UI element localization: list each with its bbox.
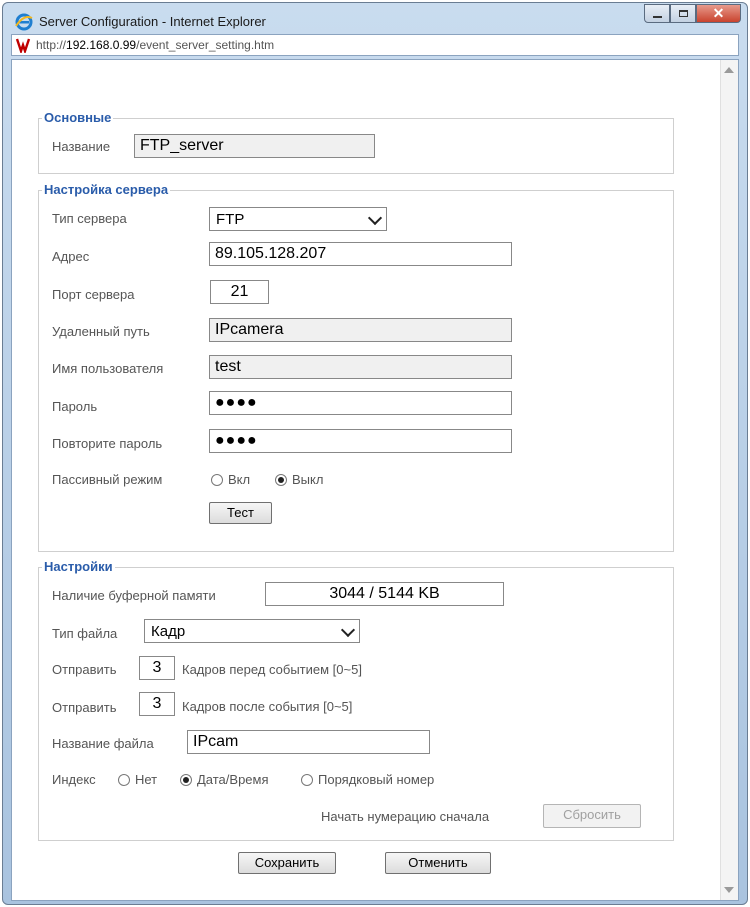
passive-on-radio[interactable] — [211, 474, 223, 486]
save-button[interactable]: Сохранить — [238, 852, 336, 874]
scroll-up-icon[interactable] — [724, 67, 734, 73]
username-input[interactable]: test — [209, 355, 512, 379]
name-input[interactable]: FTP_server — [134, 134, 375, 158]
basic-section: Основные Название FTP_server — [38, 110, 674, 174]
minimize-icon — [652, 15, 662, 18]
chevron-down-icon — [340, 622, 356, 638]
passive-off-label: Выкл — [292, 472, 324, 487]
maximize-icon — [678, 10, 688, 17]
file-type-label: Тип файла — [52, 626, 118, 641]
cancel-button[interactable]: Отменить — [385, 852, 491, 874]
pre-frames-text: Кадров перед событием [0~5] — [182, 662, 362, 677]
maximize-button[interactable] — [670, 4, 696, 23]
reset-button[interactable]: Сбросить — [543, 804, 641, 828]
close-icon: ✕ — [712, 5, 725, 21]
port-label: Порт сервера — [52, 287, 135, 302]
minimize-button[interactable] — [644, 4, 670, 23]
passive-mode-label: Пассивный режим — [52, 472, 163, 487]
post-frames-input[interactable]: 3 — [139, 692, 175, 716]
buffer-value: 3044 / 5144 KB — [265, 582, 504, 606]
reset-numbering-label: Начать нумерацию сначала — [321, 809, 490, 824]
url-text: http://192.168.0.99/event_server_setting… — [36, 38, 275, 52]
server-type-value: FTP — [216, 211, 245, 228]
index-datetime-radio[interactable] — [180, 774, 192, 786]
browser-window: Server Configuration - Internet Explorer… — [2, 2, 748, 905]
remote-path-label: Удаленный путь — [52, 324, 150, 339]
scroll-down-icon[interactable] — [724, 887, 734, 893]
index-label: Индекс — [52, 772, 96, 787]
site-favicon-icon — [15, 37, 31, 53]
file-type-select[interactable]: Кадр — [144, 619, 360, 643]
file-name-input[interactable]: IPcam — [187, 730, 430, 754]
close-button[interactable]: ✕ — [696, 4, 741, 23]
send-post-label: Отправить — [52, 700, 117, 715]
passive-on-label: Вкл — [228, 472, 251, 487]
server-type-label: Тип сервера — [52, 211, 127, 226]
page-content: Основные Название FTP_server Настройка с… — [11, 59, 739, 901]
send-pre-label: Отправить — [52, 662, 117, 677]
password-label: Пароль — [52, 399, 98, 414]
pre-frames-input[interactable]: 3 — [139, 656, 175, 680]
remote-path-input[interactable]: IPcamera — [209, 318, 512, 342]
settings-legend: Настройки — [42, 559, 115, 574]
passive-off-radio[interactable] — [275, 474, 287, 486]
test-button[interactable]: Тест — [209, 502, 272, 524]
index-sequence-label: Порядковый номер — [318, 772, 435, 787]
index-none-label: Нет — [135, 772, 158, 787]
window-title: Server Configuration - Internet Explorer — [39, 14, 266, 29]
address-bar[interactable]: http://192.168.0.99/event_server_setting… — [11, 34, 739, 56]
buffer-label: Наличие буферной памяти — [52, 588, 216, 603]
basic-legend: Основные — [42, 110, 114, 125]
vertical-scrollbar[interactable] — [720, 60, 738, 900]
password-input[interactable]: ●●●● — [209, 391, 512, 415]
index-sequence-radio[interactable] — [301, 774, 313, 786]
address-label: Адрес — [52, 249, 90, 264]
file-name-label: Название файла — [52, 736, 154, 751]
username-label: Имя пользователя — [52, 361, 164, 376]
title-bar: Server Configuration - Internet Explorer… — [3, 3, 747, 58]
internet-explorer-icon — [15, 13, 33, 31]
index-none-radio[interactable] — [118, 774, 130, 786]
confirm-password-label: Повторите пароль — [52, 436, 163, 451]
window-controls: ✕ — [644, 4, 741, 24]
port-input[interactable]: 21 — [210, 280, 269, 304]
server-legend: Настройка сервера — [42, 182, 171, 197]
address-input[interactable]: 89.105.128.207 — [209, 242, 512, 266]
settings-section: Настройки Наличие буферной памяти 3044 /… — [38, 559, 674, 841]
index-datetime-label: Дата/Время — [197, 772, 269, 787]
server-section: Настройка сервера Тип сервера FTP Адрес … — [38, 182, 674, 552]
confirm-password-input[interactable]: ●●●● — [209, 429, 512, 453]
name-label: Название — [52, 139, 111, 154]
chevron-down-icon — [367, 210, 383, 226]
file-type-value: Кадр — [151, 623, 186, 640]
server-type-select[interactable]: FTP — [209, 207, 387, 231]
post-frames-text: Кадров после события [0~5] — [182, 699, 353, 714]
